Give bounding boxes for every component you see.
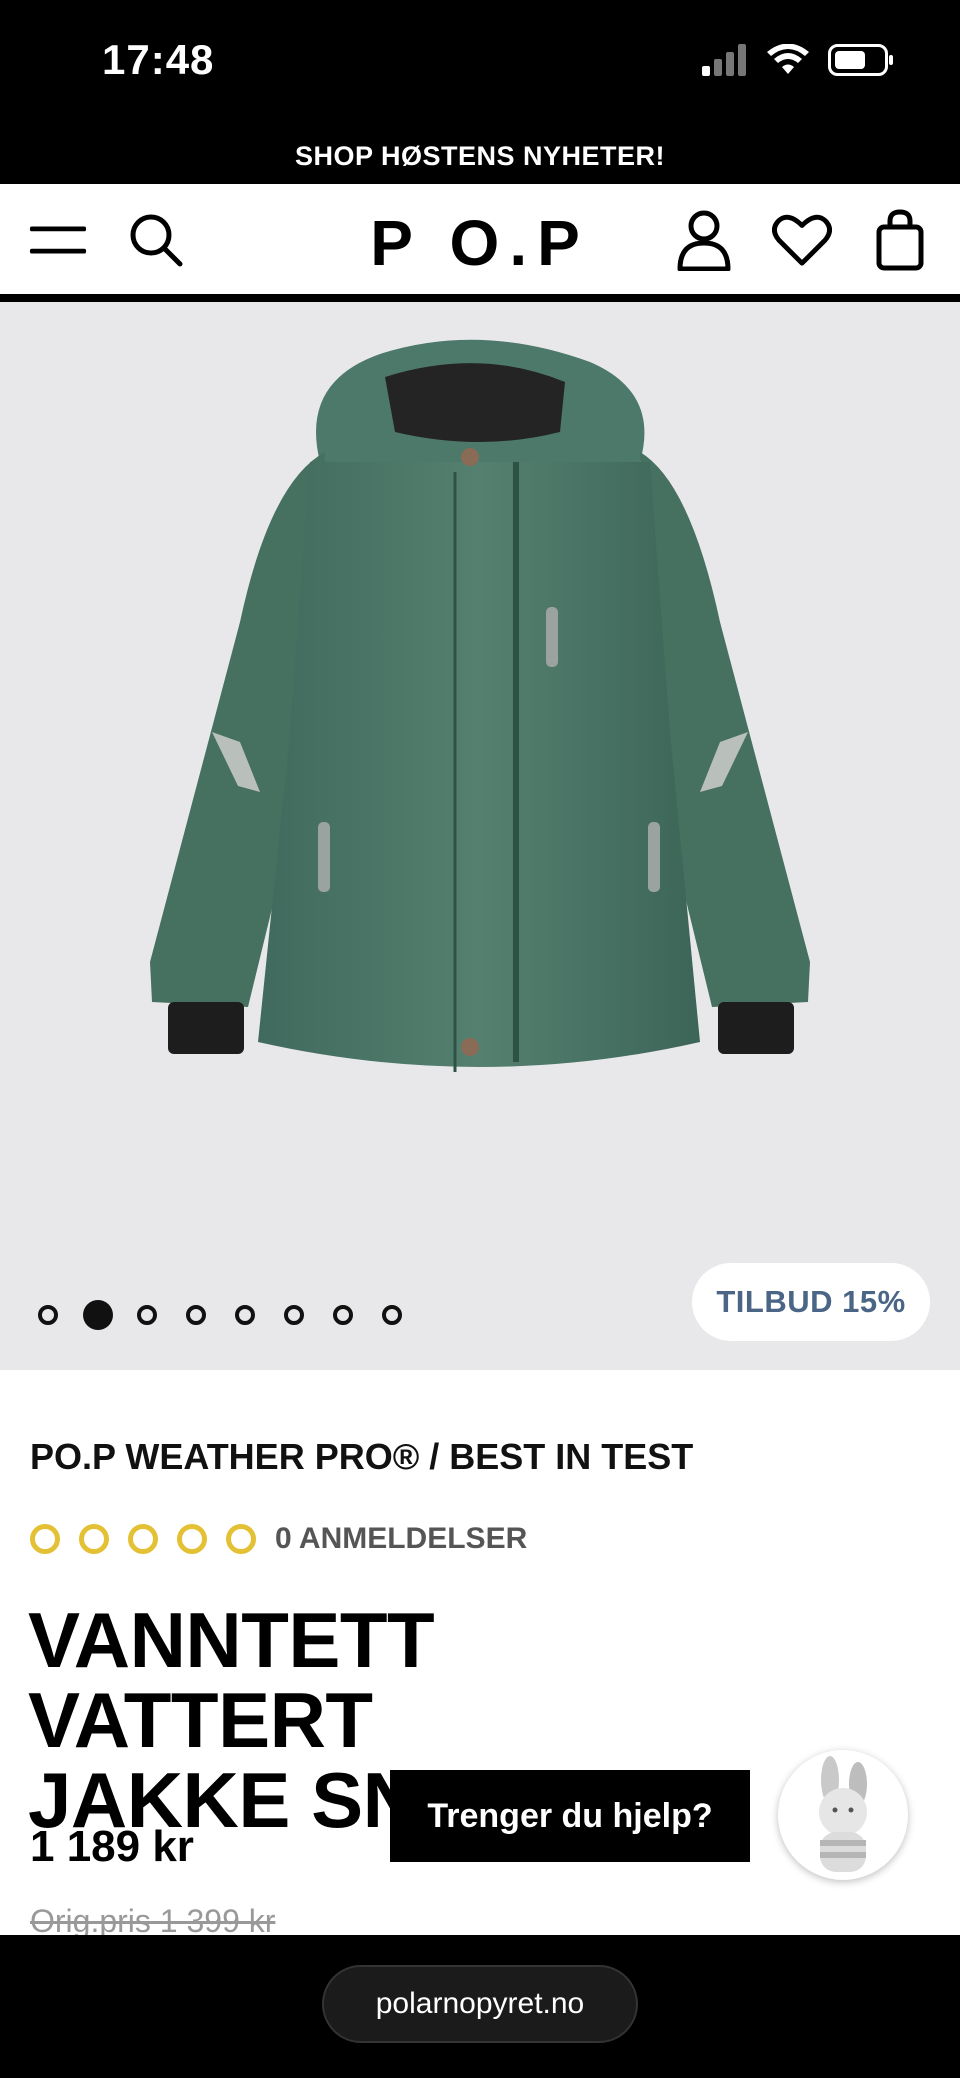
url-bar[interactable]: polarnopyret.no [322,1965,638,2043]
gallery-dot-active[interactable] [83,1300,113,1330]
gallery-dot[interactable] [137,1305,157,1325]
gallery-dot[interactable] [235,1305,255,1325]
status-bar: 17:48 [0,0,960,128]
wifi-icon [767,44,809,74]
rating-star-icon [79,1524,109,1554]
status-time: 17:48 [102,36,215,83]
heart-icon[interactable] [772,210,832,270]
browser-bar: polarnopyret.no [0,1935,960,2078]
status-icons [702,44,894,76]
account-icon[interactable] [674,210,734,271]
rating-star-icon [177,1524,207,1554]
product-price: 1 189 kr [30,1822,194,1871]
review-count: 0 ANMELDELSER [275,1522,528,1555]
rating[interactable]: 0 ANMELDELSER [30,1522,527,1556]
signal-icon [702,44,746,76]
site-header: P O.P [0,184,960,298]
promo-banner[interactable]: SHOP HØSTENS NYHETER! [0,128,960,184]
gallery-dot[interactable] [333,1305,353,1325]
product-image[interactable]: TILBUD 15% [0,302,960,1370]
gallery-dot[interactable] [284,1305,304,1325]
battery-icon [828,44,893,76]
rating-star-icon [30,1524,60,1554]
rating-star-icon [226,1524,256,1554]
help-button[interactable]: Trenger du hjelp? [390,1770,750,1862]
bag-icon[interactable] [870,209,930,271]
gallery-dot[interactable] [38,1305,58,1325]
bunny-toy-icon [819,1756,867,1872]
gallery-dot[interactable] [186,1305,206,1325]
gallery-dot[interactable] [382,1305,402,1325]
jacket-image [150,339,810,1072]
rating-star-icon [128,1524,158,1554]
product-series[interactable]: PO.P WEATHER PRO® / BEST IN TEST [30,1436,693,1478]
sale-badge: TILBUD 15% [692,1263,930,1341]
gallery-dots [38,1300,431,1330]
chat-avatar[interactable] [778,1750,908,1880]
product-title-line: VANNTETT VATTERT [28,1596,435,1764]
